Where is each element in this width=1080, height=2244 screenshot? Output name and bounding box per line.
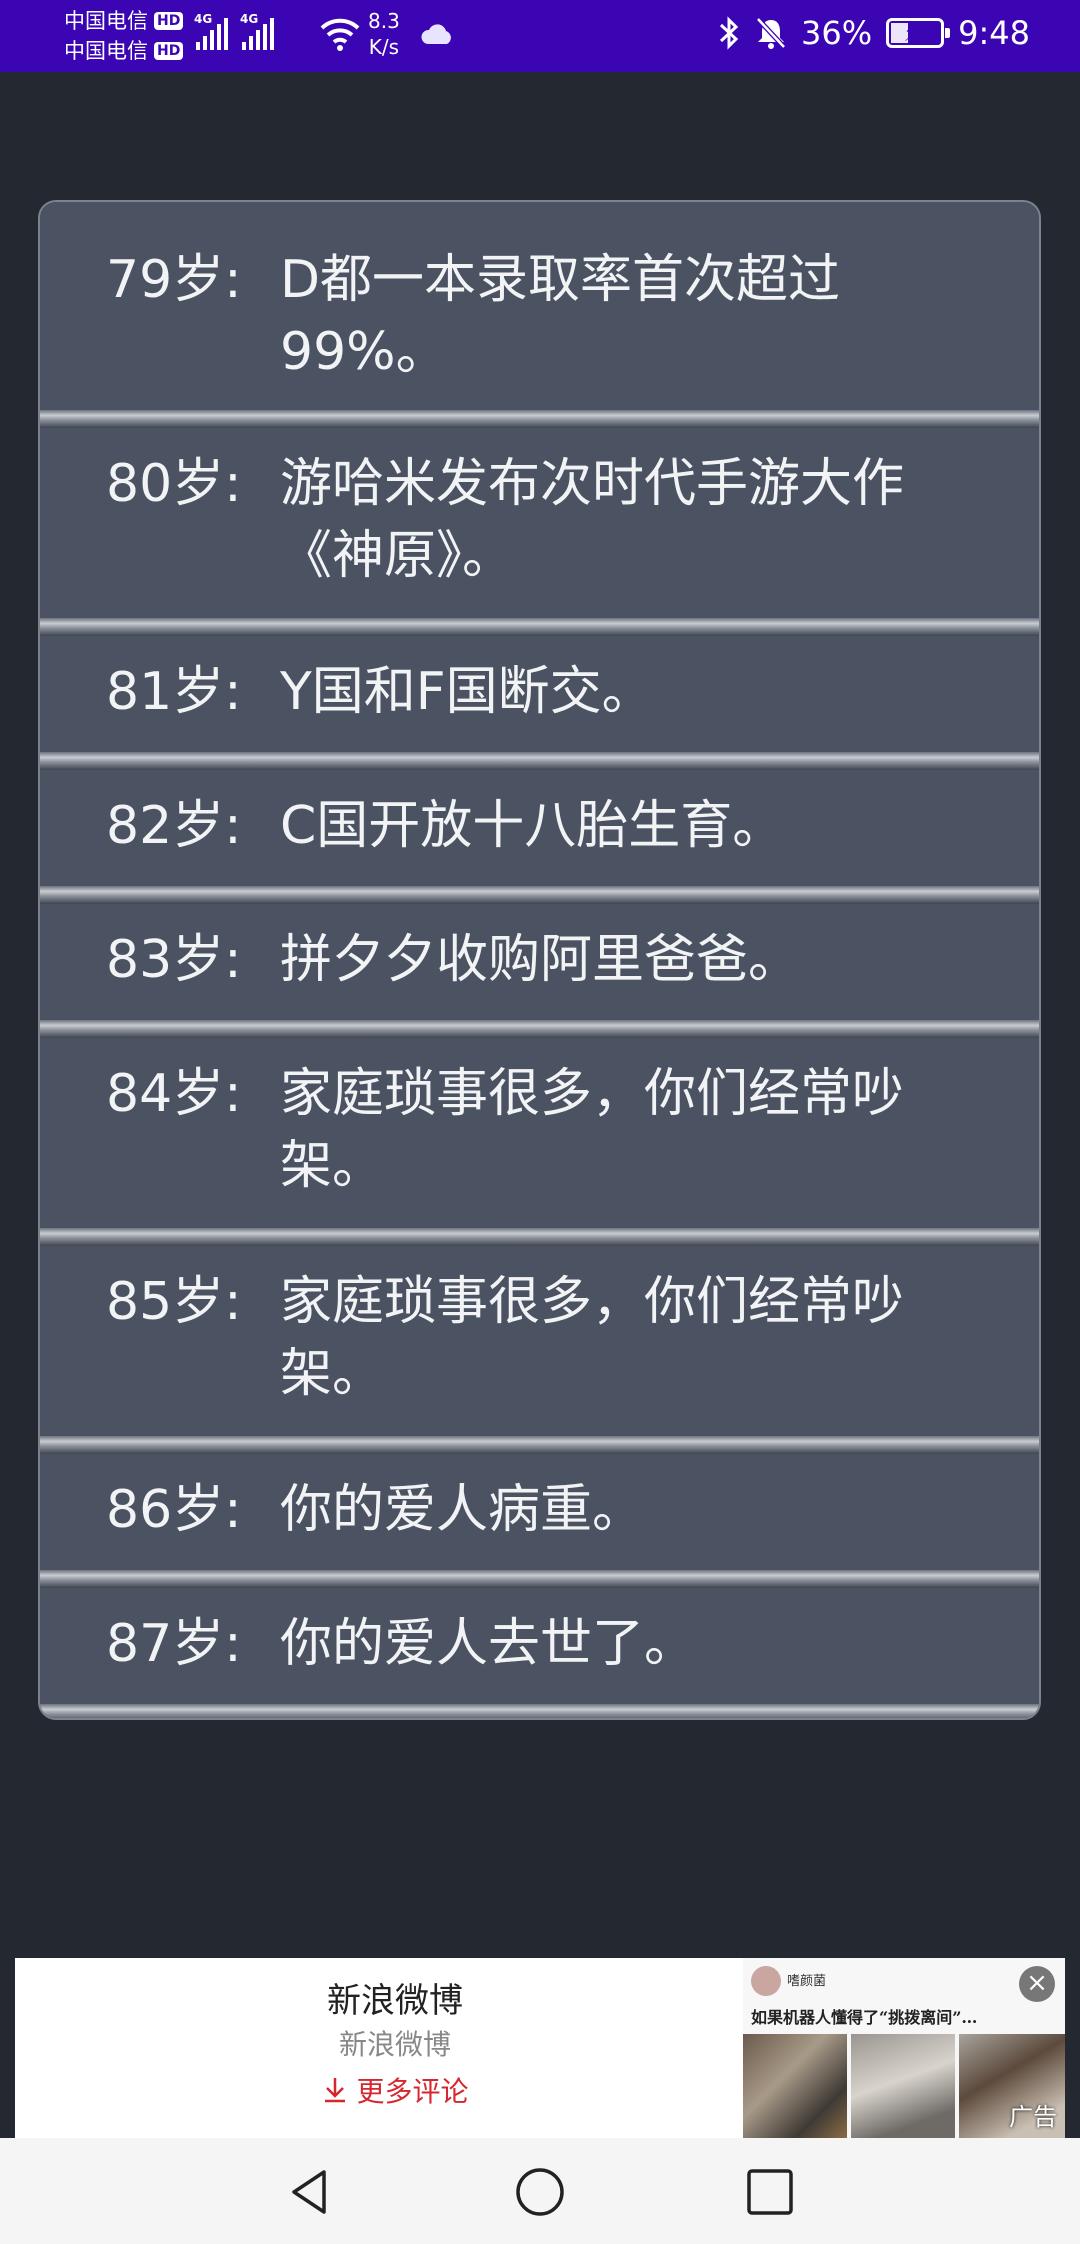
event-row: 85岁: 家庭琐事很多，你们经常吵架。 (40, 1246, 1039, 1436)
cloud-icon (421, 24, 451, 44)
mute-bell-icon (756, 17, 786, 49)
recent-apps-icon[interactable] (744, 2166, 796, 2218)
signal-icon: 4G (194, 12, 228, 50)
carrier-info: 中国电信 HD 中国电信 HD (64, 6, 184, 66)
event-age: 79岁: (106, 250, 242, 310)
row-divider (40, 410, 1039, 428)
event-row: 87岁: 你的爱人去世了。 (40, 1588, 1039, 1704)
event-text: 你的爱人病重。 (280, 1480, 645, 1540)
ad-caption: 如果机器人懂得了“挑拨离间”… (751, 2008, 978, 2027)
clock: 9:48 (958, 14, 1030, 52)
row-divider (40, 1020, 1039, 1038)
battery-icon: ⚡ (886, 18, 951, 48)
status-right: 36% ⚡ 9:48 (717, 14, 1030, 52)
ad-label: 广告 (1009, 2103, 1057, 2131)
event-text: 你的爱人去世了。 (280, 1614, 697, 1674)
more-comments-link[interactable]: 更多评论 (255, 2070, 535, 2110)
ad-thumbnail (851, 2034, 955, 2138)
ad-banner[interactable]: 新浪微博 新浪微博 更多评论 嗜颜菌 如果机器人懂得了“挑拨离间”… × 广告 (15, 1958, 1065, 2138)
ad-title[interactable]: 新浪微博 (255, 1973, 535, 2022)
network-speed: 8.3 K/s (368, 9, 400, 59)
event-row: 79岁: D都一本录取率首次超过99%。 (40, 202, 1039, 410)
signal-icon-2: 4G (240, 12, 274, 50)
battery-percent: 36% (801, 14, 873, 52)
event-text: D都一本录取率首次超过99%。 (280, 250, 841, 382)
event-row: 86岁: 你的爱人病重。 (40, 1454, 1039, 1570)
signal-icons: 4G 4G (194, 12, 274, 50)
event-row: 83岁: 拼夕夕收购阿里爸爸。 (40, 904, 1039, 1020)
row-divider (40, 752, 1039, 770)
event-text: 拼夕夕收购阿里爸爸。 (280, 930, 801, 990)
event-age: 80岁: (106, 454, 242, 514)
close-icon[interactable]: × (1019, 1966, 1055, 2002)
row-divider (40, 1704, 1039, 1718)
navigation-bar (0, 2138, 1080, 2244)
event-age: 86岁: (106, 1480, 242, 1540)
event-text: 家庭琐事很多，你们经常吵架。 (280, 1064, 905, 1196)
back-icon[interactable] (284, 2166, 336, 2218)
home-icon[interactable] (514, 2166, 566, 2218)
ad-media[interactable]: 嗜颜菌 如果机器人懂得了“挑拨离间”… × 广告 (743, 1958, 1065, 2138)
row-divider (40, 1436, 1039, 1454)
event-age: 82岁: (106, 796, 242, 856)
status-bar: 中国电信 HD 中国电信 HD 4G 4G 8.3 K/s 36% ⚡ 9:48 (0, 0, 1080, 72)
row-divider (40, 1570, 1039, 1588)
life-events-list[interactable]: 79岁: D都一本录取率首次超过99%。 80岁: 游哈米发布次时代手游大作《神… (38, 200, 1041, 1720)
hd-badge-2: HD (154, 42, 184, 60)
ad-author-avatar (751, 1966, 781, 1996)
event-age: 87岁: (106, 1614, 242, 1674)
download-arrow-icon (324, 2078, 345, 2103)
hd-badge-1: HD (154, 12, 184, 30)
ad-author: 嗜颜菌 (787, 1974, 827, 1989)
event-text: 游哈米发布次时代手游大作《神原》。 (280, 454, 905, 586)
event-row: 81岁: Y国和F国断交。 (40, 636, 1039, 752)
carrier-1: 中国电信 (64, 9, 148, 33)
bluetooth-icon (719, 16, 739, 50)
event-text: Y国和F国断交。 (280, 662, 654, 722)
event-age: 84岁: (106, 1064, 242, 1124)
event-row: 84岁: 家庭琐事很多，你们经常吵架。 (40, 1038, 1039, 1228)
ad-subtitle: 新浪微博 (338, 2028, 451, 2061)
event-text: 家庭琐事很多，你们经常吵架。 (280, 1272, 905, 1404)
row-divider (40, 1228, 1039, 1246)
wifi-icon (320, 18, 360, 51)
event-row: 80岁: 游哈米发布次时代手游大作《神原》。 (40, 428, 1039, 618)
row-divider (40, 618, 1039, 636)
event-text: C国开放十八胎生育。 (280, 796, 785, 856)
event-age: 81岁: (106, 662, 242, 722)
ad-thumbnail (743, 2034, 847, 2138)
event-age: 83岁: (106, 930, 242, 990)
event-row: 82岁: C国开放十八胎生育。 (40, 770, 1039, 886)
carrier-2: 中国电信 (64, 39, 148, 63)
row-divider (40, 886, 1039, 904)
event-age: 85岁: (106, 1272, 242, 1332)
